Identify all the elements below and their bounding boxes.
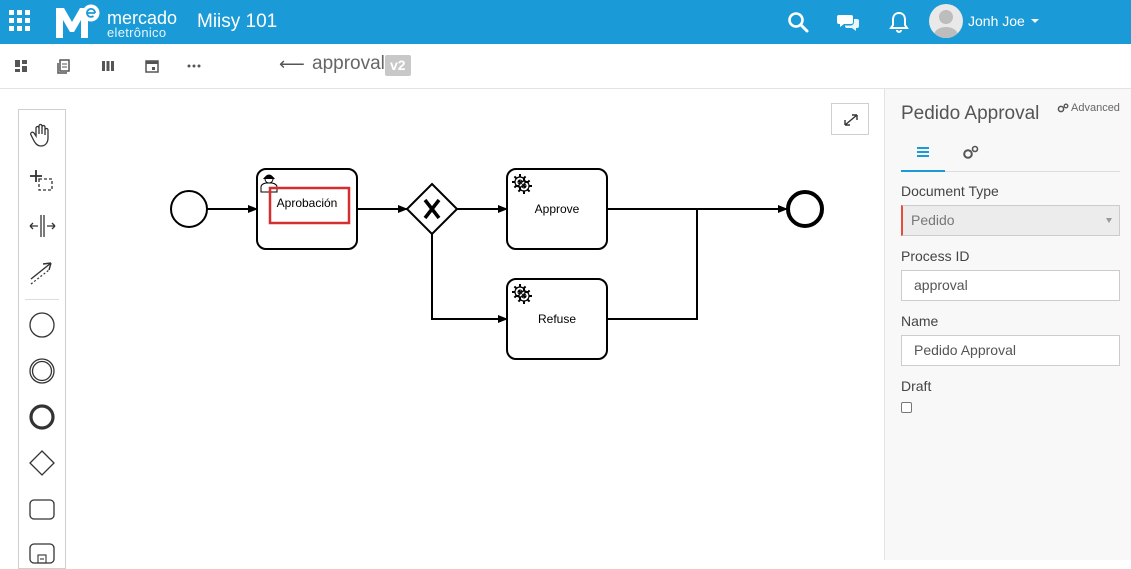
document-type-value: Pedido xyxy=(911,212,955,228)
bell-icon[interactable] xyxy=(887,10,911,34)
tab-general[interactable] xyxy=(901,135,945,172)
calendar-icon[interactable] xyxy=(144,58,160,74)
task-approve[interactable]: Approve xyxy=(506,168,608,250)
task-label-approve: Approve xyxy=(535,202,580,216)
exclusive-gateway[interactable] xyxy=(405,182,459,236)
draft-checkbox[interactable] xyxy=(901,402,912,413)
process-title: approval xyxy=(312,53,385,74)
columns-icon[interactable] xyxy=(100,58,116,74)
chat-icon[interactable] xyxy=(836,10,860,34)
document-type-select[interactable]: Pedido xyxy=(901,205,1120,236)
top-navbar: mercado eletrônico Miisy 101 Jonh Joe xyxy=(0,0,1131,44)
name-input[interactable]: Pedido Approval xyxy=(901,335,1120,366)
search-icon[interactable] xyxy=(786,10,810,34)
draft-label: Draft xyxy=(901,378,932,394)
documents-icon[interactable] xyxy=(56,58,72,74)
more-options-icon[interactable] xyxy=(186,58,202,74)
end-event[interactable] xyxy=(786,190,824,228)
app-title: Miisy 101 xyxy=(197,11,278,32)
task-label-refuse: Refuse xyxy=(538,312,576,326)
brand-subname: eletrônico xyxy=(107,25,167,40)
list-icon xyxy=(917,147,929,157)
apps-grid-icon[interactable] xyxy=(9,10,31,32)
panel-title: Pedido Approval xyxy=(901,103,1040,124)
document-type-label: Document Type xyxy=(901,183,999,199)
advanced-link[interactable]: Advanced xyxy=(1057,102,1120,114)
task-label-aprobacion: Aprobación xyxy=(277,196,338,210)
back-arrow-icon[interactable]: ⟵ xyxy=(279,54,305,75)
dashboard-icon[interactable] xyxy=(13,58,29,74)
select-caret-icon xyxy=(1106,218,1112,223)
mercado-eletronico-logo[interactable] xyxy=(54,4,100,40)
user-avatar[interactable] xyxy=(929,4,963,38)
flow-gateway-to-refuse[interactable] xyxy=(431,234,508,323)
user-name[interactable]: Jonh Joe xyxy=(968,13,1025,29)
user-silhouette-icon xyxy=(934,10,958,38)
bpmn-canvas[interactable]: Aprobación Approve Refuse xyxy=(0,89,884,569)
gears-icon xyxy=(1057,103,1069,113)
bpmn-diagram: Aprobación Approve Refuse xyxy=(170,168,824,360)
start-event[interactable] xyxy=(170,190,208,228)
user-menu-caret-icon[interactable] xyxy=(1031,19,1039,23)
name-value: Pedido Approval xyxy=(914,342,1016,358)
process-id-value: approval xyxy=(914,277,968,293)
version-badge: v2 xyxy=(385,55,411,76)
task-aprobacion[interactable]: Aprobación xyxy=(256,168,358,250)
process-id-input[interactable]: approval xyxy=(901,270,1120,301)
task-refuse[interactable]: Refuse xyxy=(506,278,608,360)
advanced-label: Advanced xyxy=(1071,102,1120,114)
panel-tabs xyxy=(901,135,1120,172)
sub-toolbar: ⟵ approval v2 xyxy=(0,44,1131,89)
gears-icon xyxy=(963,145,979,159)
properties-panel: Pedido Approval Advanced Document Type P… xyxy=(884,89,1131,560)
name-label: Name xyxy=(901,313,939,329)
flow-refuse-to-end[interactable] xyxy=(607,209,698,320)
tab-advanced[interactable] xyxy=(949,135,993,172)
process-id-label: Process ID xyxy=(901,248,970,264)
